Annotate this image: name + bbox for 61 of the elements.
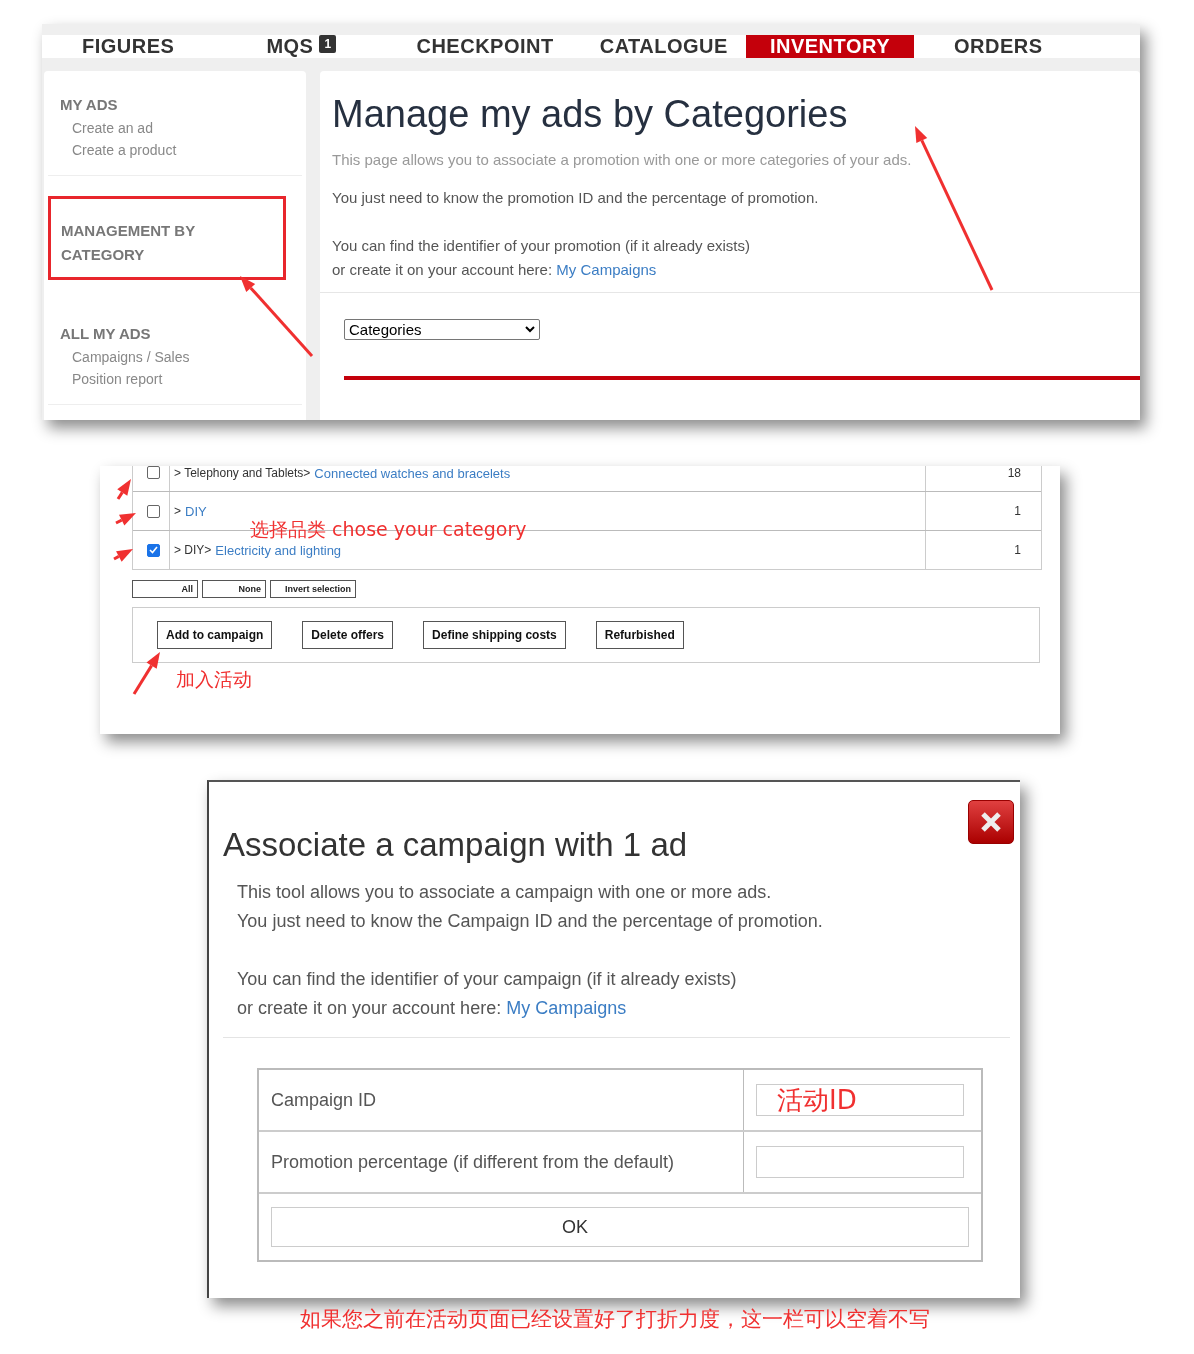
nav-tab[interactable]: INVENTORY [745, 35, 914, 58]
sidebar-item[interactable]: Create a product [60, 139, 302, 161]
nav-tab[interactable]: MQS 1 [214, 35, 389, 58]
sidebar-item[interactable]: Create an ad [60, 117, 302, 139]
annotation-arrow [116, 479, 131, 500]
row-checkbox[interactable] [147, 543, 160, 557]
annotation-text: 选择品类 chose your category [250, 518, 528, 541]
nav-tab[interactable]: FIGURES [42, 35, 215, 58]
input-field[interactable] [756, 1146, 964, 1178]
campaigns-link[interactable]: My Campaigns [556, 261, 657, 278]
annotation-arrow [115, 513, 136, 526]
category-path: > [174, 504, 181, 518]
dialog-text: or create it on your account here: My Campaigns [236, 997, 628, 1020]
row-checkbox[interactable] [147, 504, 160, 518]
row-checkbox[interactable] [147, 466, 160, 479]
ok-button[interactable]: OK [271, 1207, 969, 1247]
count-badge: 1 [319, 34, 337, 53]
nav-tab[interactable]: CATALOGUE [581, 35, 746, 58]
field-label: Campaign ID [259, 1070, 744, 1130]
action-button[interactable]: Define shipping costs [423, 621, 566, 649]
category-link[interactable]: Connected watches and bracelets [314, 466, 511, 481]
action-button[interactable]: Refurbished [595, 621, 684, 649]
ad-count: 18 [1007, 466, 1021, 480]
sidebar-item[interactable]: Position report [60, 368, 302, 390]
annotation-text: 如果您之前在活动页面已经设置好了打折力度，这一栏可以空着不写 [300, 1306, 931, 1333]
sidebar-item[interactable]: Campaigns / Sales [60, 346, 302, 368]
category-link[interactable]: Electricity and lighting [215, 542, 342, 558]
category-path: > DIY> [174, 543, 212, 557]
input-field[interactable]: 活动ID [756, 1084, 964, 1116]
info-text: or create it on your account here: My Campaigns [332, 260, 658, 280]
chevron-down-icon [525, 326, 535, 333]
info-text: You just need to know the promotion ID and the percentage of promotion. [332, 188, 820, 208]
action-button[interactable]: Delete offers [302, 621, 394, 649]
selection-button[interactable]: None [202, 580, 266, 598]
selection-button[interactable]: Invert selection [270, 580, 356, 598]
category-path: > Telephony and Tablets> [174, 466, 311, 480]
dialog-text: You can find the identifier of your campaign (if it already exists) [236, 968, 738, 991]
annotation-arrow [113, 549, 133, 562]
intro-text: This page allows you to associate a promotion with one or more categories of your ads. [332, 150, 913, 170]
close-button[interactable] [968, 800, 1014, 844]
dialog-text: This tool allows you to associate a campaign with one or more ads. [236, 881, 773, 904]
sidebar-heading[interactable]: MY ADS [60, 93, 250, 117]
ad-count: 1 [1014, 543, 1021, 557]
sidebar-heading[interactable]: MANAGEMENT BY CATEGORY [61, 219, 251, 267]
sidebar-heading[interactable]: ALL MY ADS [60, 322, 250, 346]
action-button[interactable]: Add to campaign [157, 621, 273, 649]
ad-count: 1 [1014, 504, 1021, 518]
annotation-text: 加入活动 [176, 668, 253, 691]
field-label: Promotion percentage (if different from the default) [259, 1132, 744, 1192]
info-text: You can find the identifier of your promotion (if it already exists) [332, 236, 751, 256]
page-title: Manage my ads by Categories [332, 93, 849, 136]
category-link[interactable]: DIY [185, 503, 207, 519]
campaigns-link[interactable]: My Campaigns [506, 998, 627, 1018]
nav-tab[interactable]: CHECKPOINT [388, 35, 582, 58]
nav-tab[interactable]: ORDERS [914, 35, 1083, 58]
annotation-arrow [132, 652, 160, 695]
selection-button[interactable]: All [132, 580, 198, 598]
dialog-title: Associate a campaign with 1 ad [223, 826, 689, 864]
category-select[interactable]: Categories [344, 319, 540, 340]
dialog-text: You just need to know the Campaign ID and the percentage of promotion. [236, 910, 824, 933]
close-icon [979, 810, 1003, 834]
